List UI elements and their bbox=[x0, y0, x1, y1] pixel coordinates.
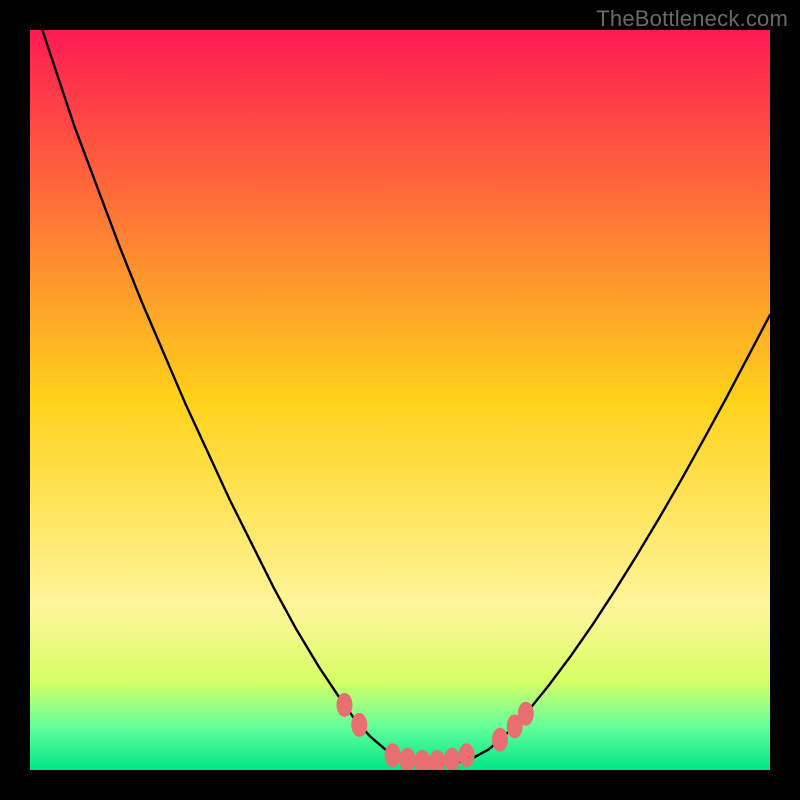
highlight-dot bbox=[385, 743, 401, 767]
gradient-background bbox=[30, 30, 770, 770]
chart-stage: TheBottleneck.com bbox=[0, 0, 800, 800]
highlight-dot bbox=[492, 728, 508, 752]
highlight-dot bbox=[518, 702, 534, 726]
highlight-dot bbox=[459, 743, 475, 767]
plot-area bbox=[30, 30, 770, 770]
bottleneck-curve-chart bbox=[30, 30, 770, 770]
watermark-text: TheBottleneck.com bbox=[596, 6, 788, 32]
highlight-dot bbox=[351, 713, 367, 737]
highlight-dot bbox=[337, 693, 353, 717]
